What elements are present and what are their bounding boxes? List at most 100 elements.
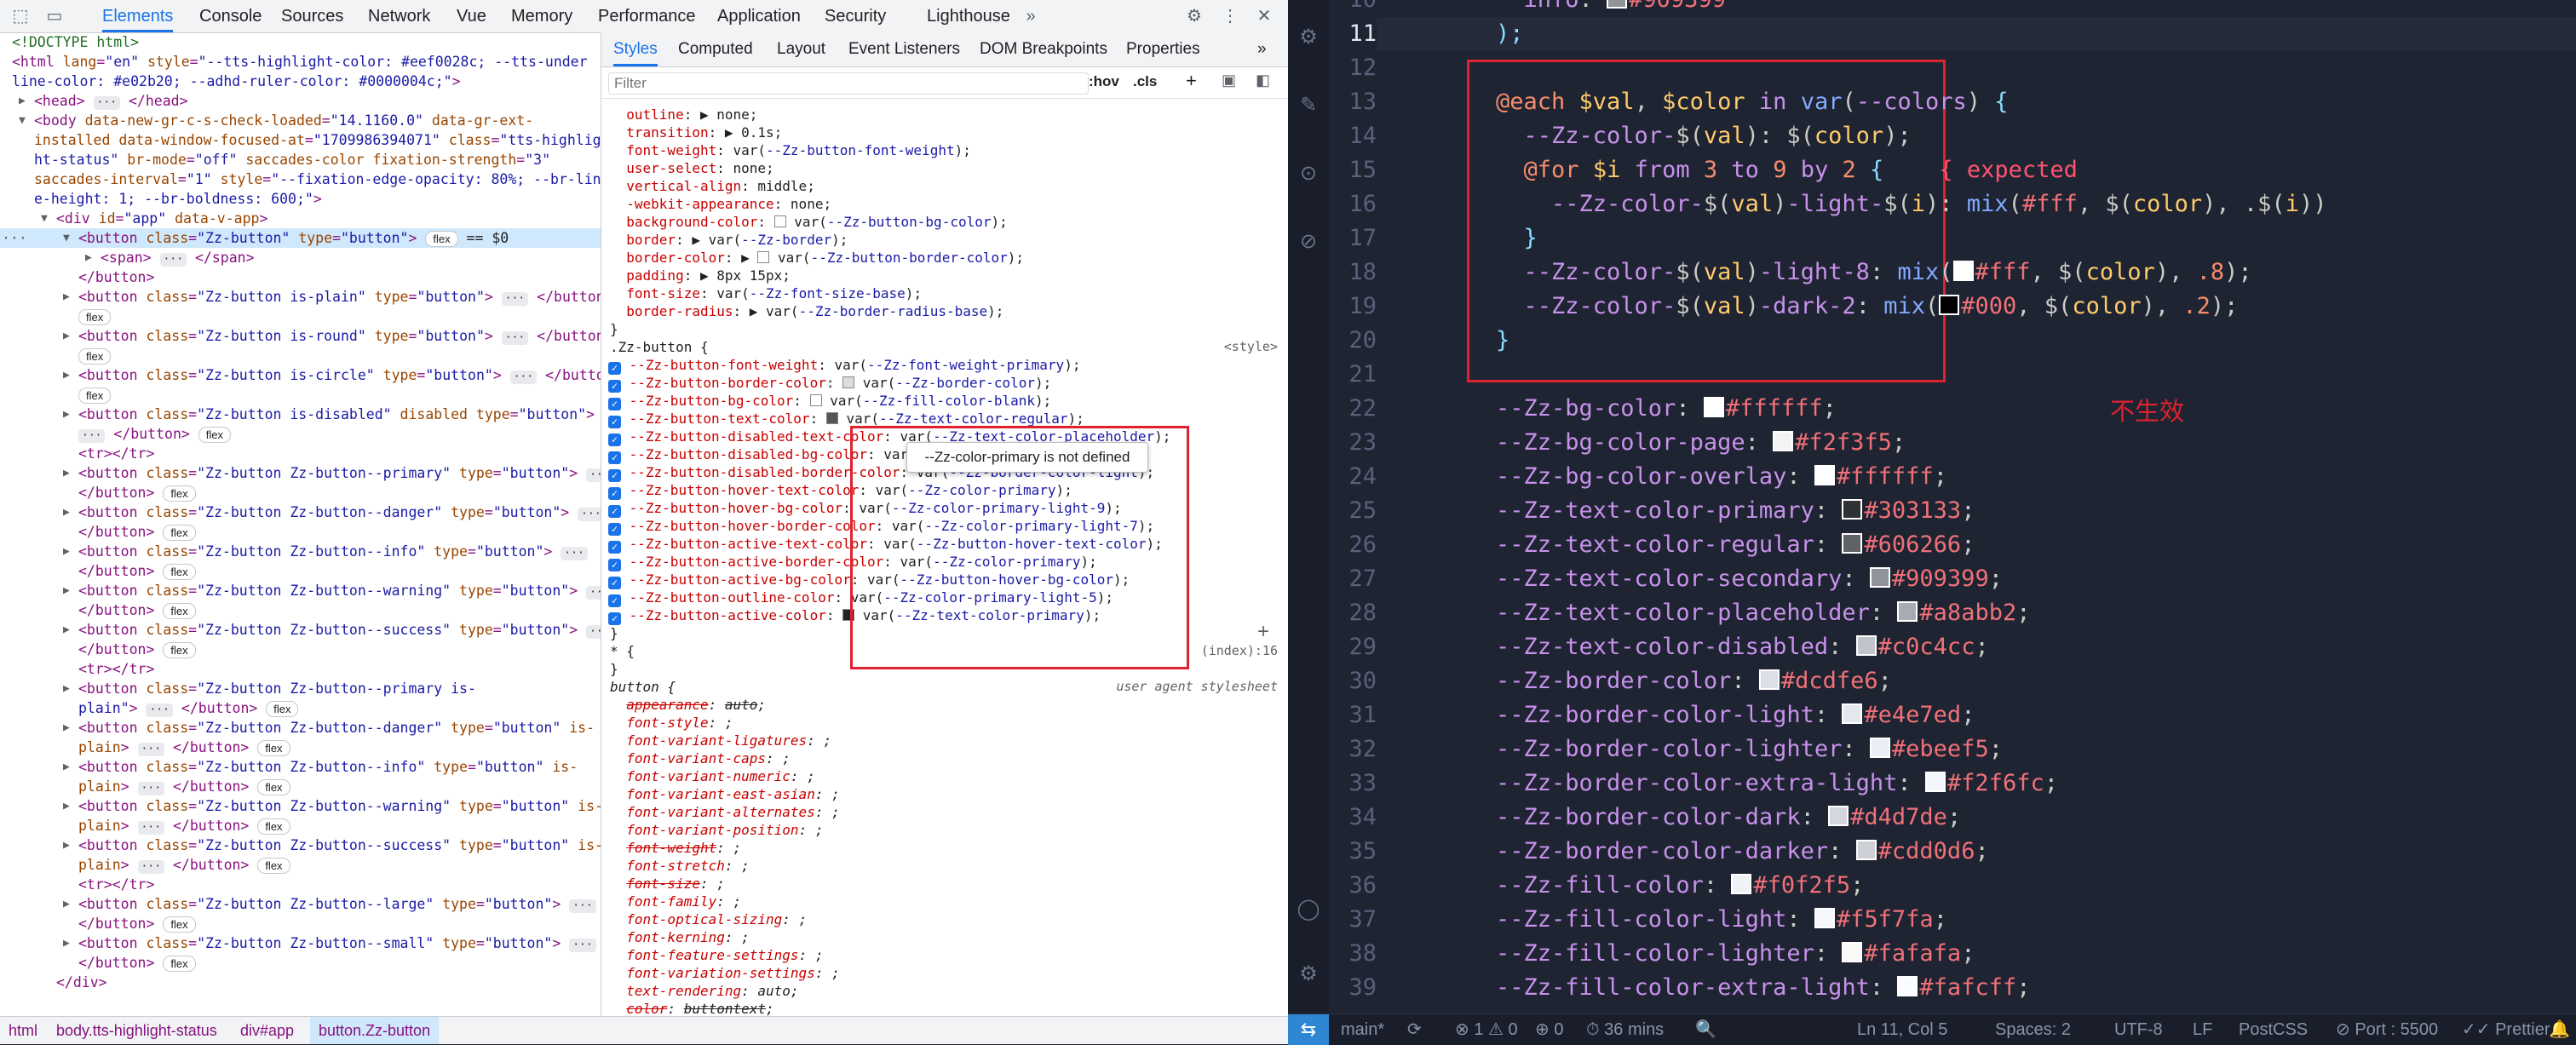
dom-tree-pane[interactable]: <!DOCTYPE html> <html lang="en" style="--…: [0, 32, 601, 1016]
expand-arrow-icon[interactable]: ▶: [63, 463, 70, 483]
language-mode[interactable]: PostCSS: [2239, 1014, 2308, 1045]
more-tabs-icon[interactable]: »: [1021, 6, 1041, 26]
dom-node-selected[interactable]: ··· ▼ <button class="Zz-button" type="butt…: [0, 228, 601, 248]
dom-node[interactable]: plain"> ··· </button> flex: [0, 698, 601, 718]
css-source-link[interactable]: (index):16: [1201, 642, 1278, 660]
expand-arrow-icon[interactable]: ▶: [63, 894, 70, 914]
dom-node[interactable]: flex: [0, 346, 601, 365]
inspect-element-icon[interactable]: ⬚: [10, 6, 31, 26]
styles-tab-layout[interactable]: Layout: [777, 32, 825, 66]
account-icon[interactable]: ◯: [1297, 898, 1320, 922]
devtools-tab-application[interactable]: Application: [717, 0, 801, 32]
dom-node[interactable]: </button> flex: [0, 640, 601, 659]
code-line[interactable]: );: [1496, 17, 1524, 51]
manage-gear-icon[interactable]: ⚙: [1297, 962, 1320, 986]
css-declaration[interactable]: ✓ --Zz-button-text-color: var(--Zz-text-…: [601, 410, 1288, 428]
breadcrumb-item[interactable]: body.tts-highlight-status: [48, 1017, 226, 1044]
add-rule-plus-icon[interactable]: +: [1257, 620, 1269, 644]
code-line[interactable]: @each $val, $color in var(--colors) {: [1496, 85, 2009, 119]
dom-node[interactable]: saccades-interval="1" style="--fixation-…: [0, 169, 601, 189]
dom-node[interactable]: ▶ <button class="Zz-button is-plain" type…: [0, 287, 601, 307]
code-line[interactable]: --Zz-bg-color-overlay: #ffffff;: [1496, 460, 1947, 494]
dom-node[interactable]: ▶ <button class="Zz-button Zz-button--dan…: [0, 502, 601, 522]
devtools-tab-network[interactable]: Network: [368, 0, 430, 32]
encoding[interactable]: UTF-8: [2114, 1014, 2163, 1045]
dom-node[interactable]: ht-status" br-mode="off" saccades-color …: [0, 150, 601, 169]
code-line[interactable]: @for $i from 3 to 9 by 2 { { expected: [1496, 153, 2078, 187]
expand-arrow-icon[interactable]: ▶: [63, 502, 70, 522]
dom-node[interactable]: ▼ <div id="app" data-v-app>: [0, 209, 601, 228]
code-line[interactable]: --Zz-text-color-regular: #606266;: [1496, 528, 1975, 562]
more-styles-tabs-icon[interactable]: »: [1257, 32, 1267, 66]
breadcrumb-item[interactable]: html: [0, 1017, 46, 1044]
expand-arrow-icon[interactable]: ▶: [63, 718, 70, 738]
expand-arrow-icon[interactable]: ▶: [19, 91, 26, 111]
remote-indicator[interactable]: ⇆: [1288, 1014, 1329, 1045]
dom-node[interactable]: plain> ··· </button> flex: [0, 777, 601, 796]
dom-node[interactable]: ··· </button> flex: [0, 424, 601, 444]
code-line[interactable]: --Zz-border-color-lighter: #ebeef5;: [1496, 732, 2003, 767]
sidebar-toggle-icon[interactable]: ◧: [1256, 72, 1270, 89]
devtools-tab-lighthouse[interactable]: Lighthouse: [927, 0, 1010, 32]
dom-node[interactable]: </button> flex: [0, 522, 601, 542]
cursor-position[interactable]: Ln 11, Col 5: [1857, 1014, 1947, 1045]
device-toolbar-icon[interactable]: ▭: [44, 6, 65, 26]
prettier-status[interactable]: ✓✓ Prettier: [2462, 1014, 2550, 1045]
extensions-icon[interactable]: ⚙: [1297, 26, 1320, 49]
code-line[interactable]: --Zz-text-color-primary: #303133;: [1496, 494, 1975, 528]
styles-tab-styles[interactable]: Styles: [613, 32, 658, 66]
code-line[interactable]: }: [1496, 324, 1509, 358]
code-line[interactable]: --Zz-fill-color-lighter: #fafafa;: [1496, 937, 1975, 971]
bell-icon[interactable]: 🔔: [2549, 1014, 2570, 1045]
dom-node[interactable]: flex: [0, 307, 601, 326]
dom-node[interactable]: ▼ <body data-new-gr-c-s-check-loaded="14.…: [0, 111, 601, 130]
dom-node[interactable]: ▶ <span> ··· </span>: [0, 248, 601, 267]
expand-arrow-icon[interactable]: ▶: [85, 248, 92, 267]
git-branch[interactable]: main*: [1341, 1014, 1384, 1045]
code-line[interactable]: --Zz-border-color-light: #e4e7ed;: [1496, 698, 1975, 732]
dom-node[interactable]: ▶ <button class="Zz-button Zz-button--dan…: [0, 718, 601, 738]
dom-node[interactable]: ▶ <button class="Zz-button Zz-button--war…: [0, 581, 601, 600]
code-line[interactable]: info: #909399: [1496, 0, 1726, 17]
dom-node[interactable]: ▶ <button class="Zz-button Zz-button--inf…: [0, 542, 601, 561]
dom-node[interactable]: </button>: [0, 267, 601, 287]
expand-arrow-icon[interactable]: ▼: [41, 209, 48, 228]
dom-node[interactable]: plain> ··· </button> flex: [0, 816, 601, 835]
new-rule-button[interactable]: +: [1186, 70, 1197, 92]
devtools-tab-sources[interactable]: Sources: [281, 0, 343, 32]
code-line[interactable]: --Zz-color-$(val): $(color);: [1496, 119, 1912, 153]
dom-node[interactable]: ▶ <button class="Zz-button Zz-button--suc…: [0, 620, 601, 640]
code-line[interactable]: --Zz-border-color: #dcdfe6;: [1496, 664, 1892, 698]
dom-node[interactable]: ▶ <button class="Zz-button Zz-button--lar…: [0, 894, 601, 914]
test-icon[interactable]: ✎: [1297, 94, 1320, 118]
code-line[interactable]: --Zz-fill-color-extra-light: #fafcff;: [1496, 971, 2030, 1005]
kebab-menu-icon[interactable]: ⋮: [1220, 6, 1240, 26]
code-line[interactable]: --Zz-border-color-dark: #d4d7de;: [1496, 801, 1961, 835]
breadcrumb-item[interactable]: button.Zz-button: [310, 1017, 440, 1044]
breadcrumb-item[interactable]: div#app: [232, 1017, 302, 1044]
dom-node[interactable]: ▶ <button class="Zz-button Zz-button--suc…: [0, 835, 601, 855]
dom-node[interactable]: ▶ <button class="Zz-button Zz-button--inf…: [0, 757, 601, 777]
expand-arrow-icon[interactable]: ▶: [63, 405, 70, 424]
devtools-tab-elements[interactable]: Elements: [102, 0, 174, 32]
styles-tab-computed[interactable]: Computed: [678, 32, 753, 66]
dom-node[interactable]: ▶ <button class="Zz-button is-circle" typ…: [0, 365, 601, 385]
dom-node[interactable]: <!DOCTYPE html>: [0, 32, 601, 52]
dom-node[interactable]: ▶ <button class="Zz-button Zz-button--sma…: [0, 933, 601, 953]
code-line[interactable]: --Zz-text-color-disabled: #c0c4cc;: [1496, 630, 1989, 664]
devtools-tab-vue[interactable]: Vue: [457, 0, 486, 32]
expand-arrow-icon[interactable]: ▼: [19, 111, 26, 130]
hov-toggle[interactable]: :hov: [1089, 73, 1119, 90]
expand-arrow-icon[interactable]: ▶: [63, 757, 70, 777]
expand-arrow-icon[interactable]: ▼: [63, 228, 70, 248]
dom-node[interactable]: line-color: #e02b20; --adhd-ruler-color:…: [0, 72, 601, 91]
dom-node[interactable]: ▶ <button class="Zz-button Zz-button--pri…: [0, 679, 601, 698]
css-declaration[interactable]: ✓ --Zz-button-font-weight: var(--Zz-font…: [601, 356, 1288, 375]
expand-arrow-icon[interactable]: ▶: [63, 365, 70, 385]
dom-node[interactable]: ▶ <head> ··· </head>: [0, 91, 601, 111]
expand-arrow-icon[interactable]: ▶: [63, 796, 70, 816]
sync-icon[interactable]: ⟳: [1407, 1014, 1422, 1045]
css-source-link[interactable]: user agent stylesheet: [1116, 678, 1278, 696]
code-line[interactable]: --Zz-border-color-darker: #cdd0d6;: [1496, 835, 1989, 869]
dom-node[interactable]: <html lang="en" style="--tts-highlight-c…: [0, 52, 601, 72]
